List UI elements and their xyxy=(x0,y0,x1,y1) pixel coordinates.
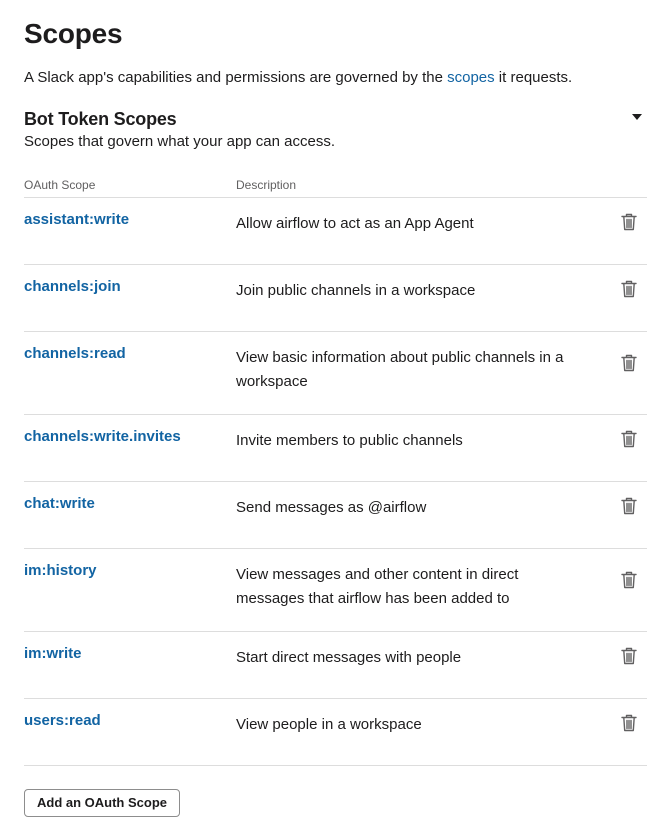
scope-description: View messages and other content in direc… xyxy=(236,566,519,607)
scopes-link[interactable]: scopes xyxy=(447,69,495,86)
table-row: chat:write Send messages as @airflow xyxy=(24,482,647,549)
table-row: channels:write.invites Invite members to… xyxy=(24,415,647,482)
column-header-description: Description xyxy=(236,178,297,192)
scope-description: Allow airflow to act as an App Agent xyxy=(236,215,474,232)
scope-name[interactable]: im:write xyxy=(24,645,82,663)
bot-token-scopes-header: Bot Token Scopes Scopes that govern what… xyxy=(24,108,647,152)
scope-name[interactable]: users:read xyxy=(24,712,101,730)
trash-icon[interactable] xyxy=(621,280,637,298)
table-row: im:write Start direct messages with peop… xyxy=(24,632,647,699)
intro-prefix: A Slack app's capabilities and permissio… xyxy=(24,69,448,86)
scope-name[interactable]: channels:write.invites xyxy=(24,428,181,446)
scope-name[interactable]: im:history xyxy=(24,562,97,580)
section-subtitle: Scopes that govern what your app can acc… xyxy=(24,133,336,150)
column-header-oauth-scope: OAuth Scope xyxy=(24,178,96,192)
section-title: Bot Token Scopes xyxy=(24,109,177,129)
intro-text: A Slack app's capabilities and permissio… xyxy=(24,68,647,88)
caret-down-icon[interactable] xyxy=(632,114,642,120)
scope-name[interactable]: channels:join xyxy=(24,278,121,296)
table-row: channels:join Join public channels in a … xyxy=(24,265,647,332)
scope-description: Join public channels in a workspace xyxy=(236,282,476,299)
add-oauth-scope-button[interactable]: Add an OAuth Scope xyxy=(24,789,180,817)
scope-description: View basic information about public chan… xyxy=(236,349,564,390)
scopes-table: assistant:write Allow airflow to act as … xyxy=(24,197,647,766)
table-row: assistant:write Allow airflow to act as … xyxy=(24,198,647,265)
scope-description: Start direct messages with people xyxy=(236,649,462,666)
scope-description: View people in a workspace xyxy=(236,716,422,733)
page-title: Scopes xyxy=(24,18,123,49)
scope-name[interactable]: chat:write xyxy=(24,495,95,513)
trash-icon[interactable] xyxy=(621,647,637,665)
table-row: channels:read View basic information abo… xyxy=(24,332,647,415)
trash-icon[interactable] xyxy=(621,213,637,231)
table-row: users:read View people in a workspace xyxy=(24,699,647,766)
trash-icon[interactable] xyxy=(621,354,637,372)
scopes-page: Scopes A Slack app's capabilities and pe… xyxy=(24,0,647,817)
scope-description: Send messages as @airflow xyxy=(236,499,427,516)
trash-icon[interactable] xyxy=(621,430,637,448)
scope-name[interactable]: assistant:write xyxy=(24,211,129,229)
trash-icon[interactable] xyxy=(621,571,637,589)
table-header: OAuth Scope Description xyxy=(24,177,647,197)
table-row: im:history View messages and other conte… xyxy=(24,549,647,632)
trash-icon[interactable] xyxy=(621,714,637,732)
trash-icon[interactable] xyxy=(621,497,637,515)
scope-description: Invite members to public channels xyxy=(236,432,463,449)
scope-name[interactable]: channels:read xyxy=(24,345,126,363)
intro-suffix: it requests. xyxy=(494,69,573,86)
